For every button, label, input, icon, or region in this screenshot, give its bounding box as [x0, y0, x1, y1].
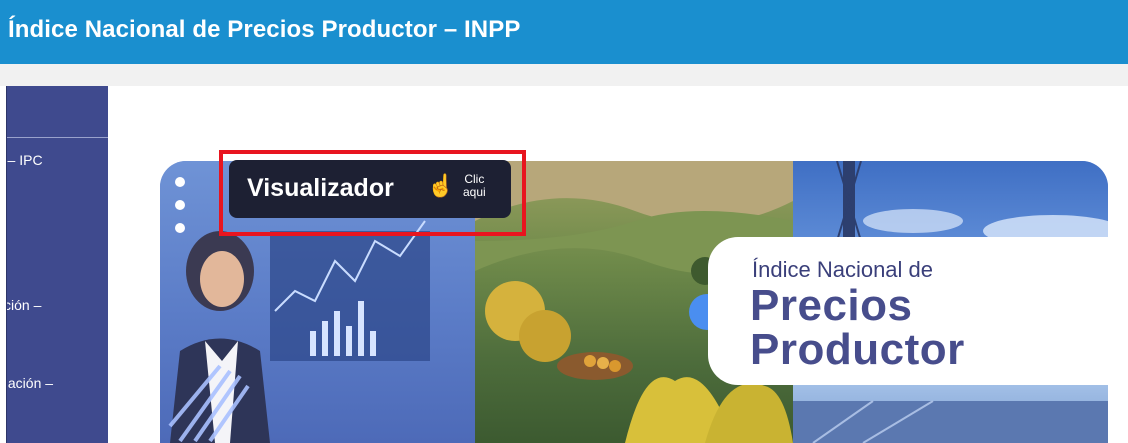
card-title-line-1: Precios: [750, 281, 913, 330]
sidebar-divider: [7, 137, 108, 138]
sidebar-item-intermediacion[interactable]: diación –: [7, 375, 53, 391]
page-title: Índice Nacional de Precios Productor – I…: [8, 16, 521, 43]
card-subtitle: Índice Nacional de: [752, 257, 934, 282]
banner-title-card: Índice Nacional de Precios Productor: [708, 237, 1128, 385]
sidebar-nav: r – IPC cción – diación –: [6, 86, 108, 443]
page-header: Índice Nacional de Precios Productor – I…: [0, 0, 1128, 64]
card-title-line-2: Productor: [750, 325, 965, 374]
sub-bar: [0, 64, 1128, 86]
sidebar-item-produccion[interactable]: cción –: [7, 297, 41, 313]
highlight-box: [219, 150, 526, 236]
sidebar-item-ipc[interactable]: r – IPC: [7, 152, 43, 168]
